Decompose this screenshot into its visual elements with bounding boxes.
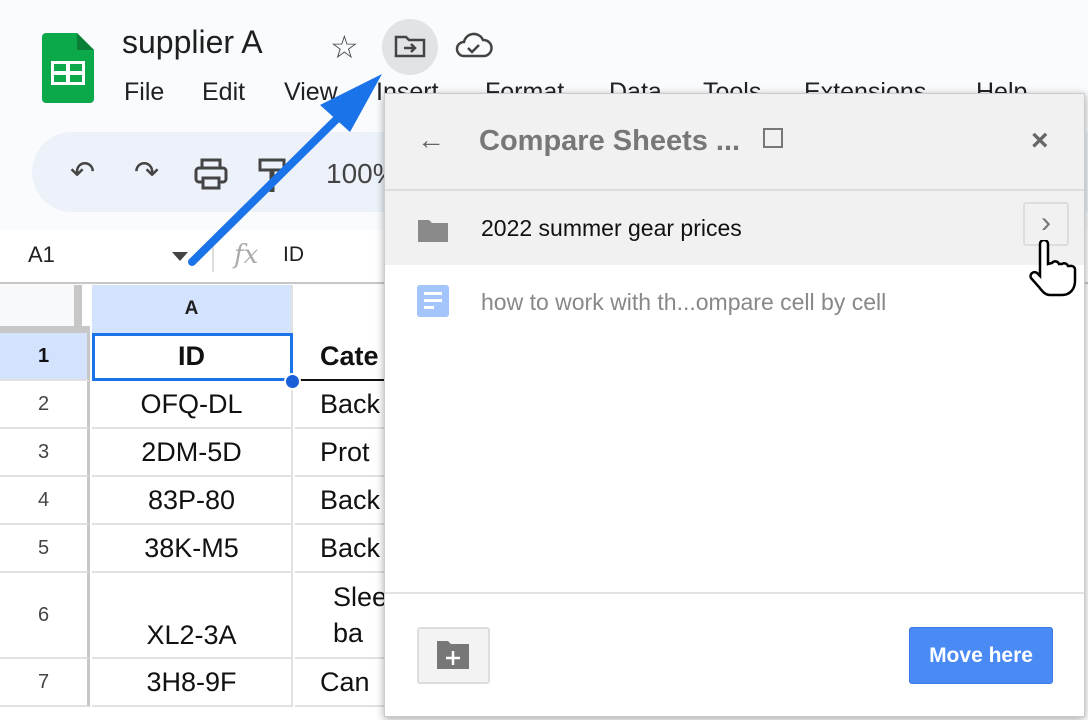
list-item[interactable]: how to work with th...ompare cell by cel… [385,265,1084,337]
list-item-label: 2022 summer gear prices [481,215,742,241]
cell-b[interactable]: Back [295,525,395,573]
undo-icon[interactable]: ↶ [70,155,95,190]
redo-icon[interactable]: ↷ [134,155,159,190]
cell-text: Back [320,532,381,563]
cloud-saved-icon[interactable] [454,30,494,62]
cell-text: Cate [320,340,379,371]
cell-a[interactable]: 83P-80 [92,477,293,525]
cell-b[interactable]: Cate [295,333,395,381]
row-header[interactable]: 3 [0,429,90,477]
back-arrow-icon[interactable]: ← [417,124,445,156]
row-header[interactable]: 2 [0,381,90,429]
row-header[interactable]: 4 [0,477,90,525]
hand-cursor-icon [1029,240,1077,297]
add-folder-icon [437,641,469,669]
fill-handle[interactable] [284,373,301,390]
cell-a[interactable]: 3H8-9F [92,659,293,707]
cell-a[interactable]: XL2-3A [92,573,293,659]
select-all-corner[interactable] [0,285,82,326]
row-header[interactable]: 5 [0,525,90,573]
list-item-label: how to work with th...ompare cell by cel… [481,289,887,315]
cell-text: Can [320,666,370,697]
cell-b[interactable]: Back [295,477,395,525]
row-header[interactable]: 1 [0,333,90,381]
cell-text: ba [333,618,364,648]
cell-b[interactable]: Can [295,659,395,707]
row-header[interactable]: 7 [0,659,90,707]
doc-icon [417,285,449,317]
sheets-logo[interactable] [42,33,94,103]
cell-b[interactable]: Slee ba [295,573,395,659]
open-external-icon[interactable] [763,128,783,148]
cell-a[interactable]: 2DM-5D [92,429,293,477]
selected-cell [92,333,293,381]
cell-a[interactable]: OFQ-DL [92,381,293,429]
cell-text: Slee [333,582,388,612]
cell-b[interactable]: Prot [295,429,395,477]
name-box[interactable]: A1 [28,242,55,268]
move-here-button[interactable]: Move here [909,627,1053,684]
annotation-arrow [188,74,382,266]
cell-b[interactable]: Back [295,381,395,429]
menu-file[interactable]: File [124,78,164,107]
cell-text: Back [320,388,381,419]
cell-text: Back [320,484,381,515]
folder-icon [418,220,448,242]
column-header-a[interactable]: A [92,285,293,333]
cell-a[interactable]: 38K-M5 [92,525,293,573]
close-icon[interactable]: × [1031,124,1049,158]
cell-text: Prot [320,436,370,467]
row-header[interactable]: 6 [0,573,90,659]
list-item[interactable]: 2022 summer gear prices › [385,191,1084,265]
move-dialog: ← Compare Sheets ... × 2022 summer gear … [384,93,1085,717]
dialog-title: Compare Sheets ... [479,125,741,157]
new-folder-button[interactable] [417,627,490,684]
document-title[interactable]: supplier A [122,24,263,61]
